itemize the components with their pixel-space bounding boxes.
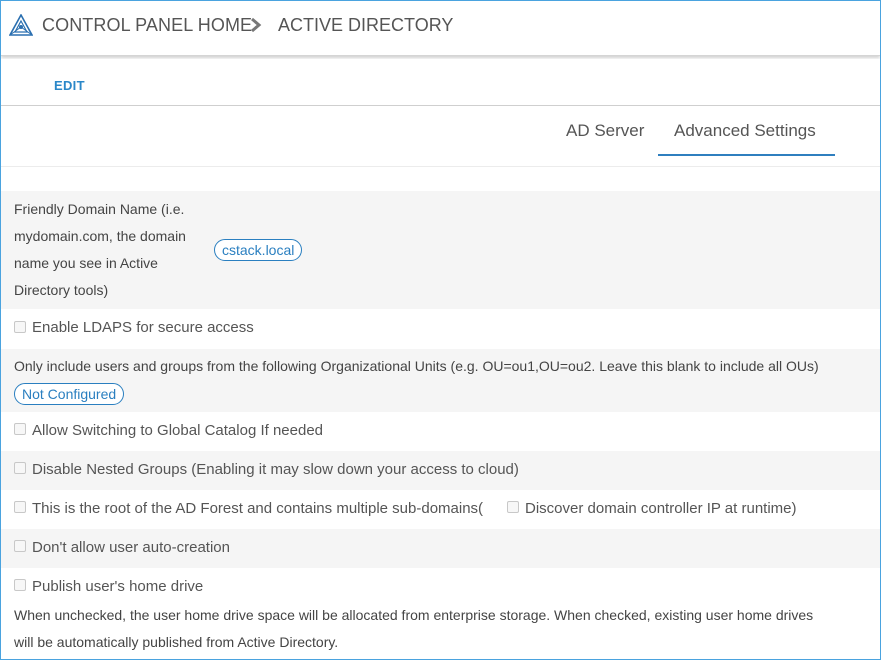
friendly-domain-row: Friendly Domain Name (i.e. mydomain.com,… — [1, 191, 880, 309]
root-forest-label: This is the root of the AD Forest and co… — [32, 500, 484, 517]
auto-creation-checkbox[interactable] — [14, 540, 26, 552]
nested-groups-checkbox[interactable] — [14, 462, 26, 474]
ou-filter-value[interactable]: Not Configured — [14, 383, 125, 405]
cluster-triangle-icon[interactable] — [9, 14, 33, 36]
breadcrumb-current: ACTIVE DIRECTORY — [278, 15, 454, 35]
friendly-domain-label: Friendly Domain Name (i.e. mydomain.com,… — [14, 201, 186, 298]
root-forest-row: This is the root of the AD Forest and co… — [1, 490, 880, 529]
ou-filter-label: Only include users and groups from the f… — [14, 358, 819, 374]
home-drive-note: When unchecked, the user home drive spac… — [14, 607, 814, 650]
chevron-right-icon — [251, 17, 262, 33]
nested-groups-label: Disable Nested Groups (Enabling it may s… — [32, 461, 519, 478]
global-catalog-row: Allow Switching to Global Catalog If nee… — [1, 413, 880, 451]
tab-ad-server[interactable]: AD Server — [566, 121, 644, 141]
auto-creation-row: Don't allow user auto-creation — [1, 529, 880, 568]
ou-filter-row: Only include users and groups from the f… — [1, 349, 880, 412]
app-frame: CONTROL PANEL HOME ACTIVE DIRECTORY EDIT… — [0, 0, 881, 660]
friendly-domain-value[interactable]: cstack.local — [214, 239, 303, 261]
action-bar: EDIT — [1, 59, 880, 106]
global-catalog-checkbox[interactable] — [14, 423, 26, 435]
top-bar: CONTROL PANEL HOME ACTIVE DIRECTORY — [1, 1, 880, 56]
discover-dc-checkbox[interactable] — [507, 501, 519, 513]
nested-groups-row: Disable Nested Groups (Enabling it may s… — [1, 451, 880, 490]
ldaps-row: Enable LDAPS for secure access — [1, 311, 880, 349]
home-drive-label: Publish user's home drive — [32, 578, 204, 595]
active-tab-indicator — [658, 154, 835, 156]
auto-creation-label: Don't allow user auto-creation — [32, 539, 230, 556]
ldaps-checkbox[interactable] — [14, 321, 26, 333]
tab-bar: AD Server Advanced Settings — [1, 106, 880, 167]
edit-button[interactable]: EDIT — [54, 78, 85, 93]
tab-advanced-settings[interactable]: Advanced Settings — [674, 121, 816, 141]
global-catalog-label: Allow Switching to Global Catalog If nee… — [32, 422, 324, 439]
ldaps-label: Enable LDAPS for secure access — [32, 319, 254, 336]
breadcrumb-home[interactable]: CONTROL PANEL HOME — [42, 15, 252, 36]
home-drive-row: Publish user's home drive When unchecked… — [1, 568, 880, 659]
root-forest-checkbox[interactable] — [14, 501, 26, 513]
home-drive-checkbox[interactable] — [14, 579, 26, 591]
discover-dc-label: Discover domain controller IP at runtime… — [525, 500, 797, 517]
